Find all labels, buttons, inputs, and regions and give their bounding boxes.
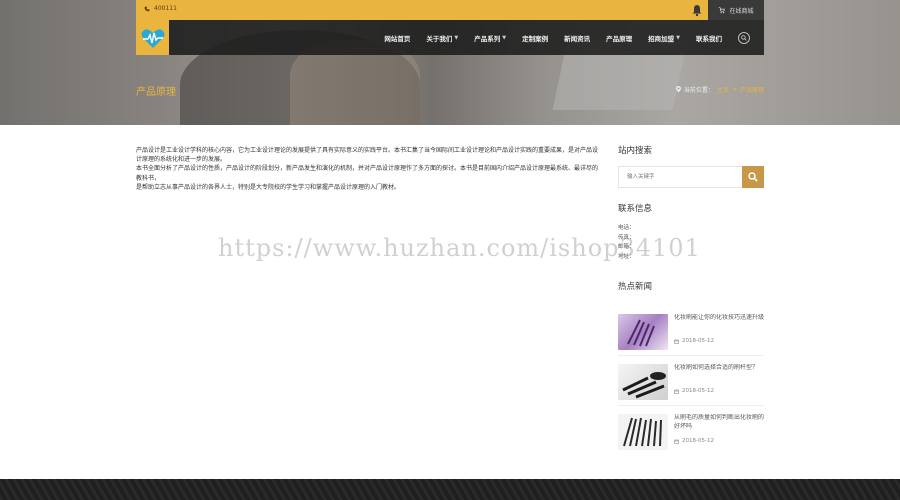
search-input[interactable] xyxy=(618,166,742,188)
sidebar: 站内搜索 联系信息 电话： 传真： 邮箱： 地址： 热点新闻 化妆刷能让你的化妆… xyxy=(618,144,764,456)
article-paragraph: 本书全面分析了产品设计的性质，产品设计的阶段划分，新产品发生和演化的机制，并对产… xyxy=(136,165,599,182)
nav-item-principle[interactable]: 产品原理 xyxy=(598,33,640,43)
online-shop-button[interactable]: 在线商城 xyxy=(708,0,764,20)
news-thumbnail[interactable] xyxy=(618,314,668,350)
nav-item-franchise[interactable]: 招商加盟 ▼ xyxy=(640,33,688,43)
nav-item-home[interactable]: 网站首页 xyxy=(376,33,418,43)
news-date-row: 2018-05-12 xyxy=(674,388,764,394)
news-date: 2018-05-12 xyxy=(682,438,714,444)
news-date: 2018-05-12 xyxy=(682,388,714,394)
calendar-icon xyxy=(674,439,679,444)
nav-item-label: 产品系列 xyxy=(474,34,501,43)
news-date-row: 2018-05-12 xyxy=(674,338,764,344)
news-thumbnail[interactable] xyxy=(618,364,668,400)
news-title[interactable]: 化妆刷如何选择合适的刷杆型？ xyxy=(674,364,764,384)
news-date: 2018-05-12 xyxy=(682,338,714,344)
sidebar-search xyxy=(618,166,764,188)
article-body: 产品设计是工业设计学科的核心内容，它为工业设计理论的发展提供了具有实际意义的实践… xyxy=(136,146,602,192)
hot-news-list: 化妆刷能让你的化妆技巧迅速升级 2018-05-12 化妆刷如何选择合适的刷杆型… xyxy=(618,306,764,456)
heartbeat-logo-icon xyxy=(141,28,164,48)
nav-item-label: 产品原理 xyxy=(606,34,633,43)
phone-contact: 400111 xyxy=(144,5,177,12)
caret-down-icon: ▼ xyxy=(454,34,459,41)
news-title[interactable]: 从刷毛的质量如何判断出化妆刷的好坏吗 xyxy=(674,414,764,434)
footer xyxy=(0,479,900,500)
phone-icon xyxy=(144,6,150,11)
news-date-row: 2018-05-12 xyxy=(674,438,764,444)
location-pin-icon xyxy=(675,86,681,93)
nav-item-about[interactable]: 关于我们 ▼ xyxy=(418,33,466,43)
nav-item-label: 关于我们 xyxy=(426,34,453,43)
news-title[interactable]: 化妆刷能让你的化妆技巧迅速升级 xyxy=(674,314,764,334)
breadcrumb-separator: > xyxy=(731,86,737,93)
site-logo[interactable] xyxy=(136,20,169,55)
breadcrumb: 当前位置： 主页 > 产品原理 xyxy=(675,85,764,94)
caret-down-icon: ▼ xyxy=(502,34,507,41)
search-icon xyxy=(748,172,758,182)
nav-item-news[interactable]: 新闻资讯 xyxy=(556,33,598,43)
nav-menu: 网站首页 关于我们 ▼ 产品系列 ▼ 定制案例 新闻资讯 产品原理 招商加盟 ▼ 联系… xyxy=(376,20,730,55)
breadcrumb-home-link[interactable]: 主页 xyxy=(717,85,729,94)
news-thumbnail[interactable] xyxy=(618,414,668,450)
cart-icon xyxy=(719,6,726,13)
breadcrumb-prefix: 当前位置： xyxy=(683,87,714,94)
nav-item-contact[interactable]: 联系我们 xyxy=(688,33,730,43)
nav-search-button[interactable] xyxy=(738,32,750,44)
search-button[interactable] xyxy=(742,166,764,188)
nav-item-label: 招商加盟 xyxy=(648,34,675,43)
sidebar-search-title: 站内搜索 xyxy=(618,146,653,156)
nav-item-label: 定制案例 xyxy=(522,34,549,43)
calendar-icon xyxy=(674,339,679,344)
nav-item-products[interactable]: 产品系列 ▼ xyxy=(466,33,514,43)
nav-item-label: 新闻资讯 xyxy=(564,34,591,43)
nav-item-label: 联系我们 xyxy=(696,34,722,43)
news-item[interactable]: 化妆刷能让你的化妆技巧迅速升级 2018-05-12 xyxy=(618,306,764,356)
contact-phone: 电话： xyxy=(618,225,635,231)
article-paragraph: 产品设计是工业设计学科的核心内容，它为工业设计理论的发展提供了具有实际意义的实践… xyxy=(136,147,599,164)
online-shop-label: 在线商城 xyxy=(729,7,754,15)
top-bar: 400111 在线商城 xyxy=(136,0,764,20)
main-navbar: 网站首页 关于我们 ▼ 产品系列 ▼ 定制案例 新闻资讯 产品原理 招商加盟 ▼ 联系… xyxy=(136,20,764,55)
news-item[interactable]: 从刷毛的质量如何判断出化妆刷的好坏吗 2018-05-12 xyxy=(618,406,764,456)
news-item[interactable]: 化妆刷如何选择合适的刷杆型？ 2018-05-12 xyxy=(618,356,764,406)
calendar-icon xyxy=(674,389,679,394)
sidebar-news-title: 热点新闻 xyxy=(618,282,653,292)
bell-icon[interactable] xyxy=(691,3,703,17)
watermark-text: https://www.huzhan.com/ishop34101 xyxy=(218,234,701,262)
phone-number: 400111 xyxy=(154,5,177,12)
article-paragraph: 是帮助立志从事产品设计的各界人士，特别是大专院校的学生学习和掌握产品设计原理的入… xyxy=(136,183,401,191)
breadcrumb-current: 产品原理 xyxy=(739,87,764,94)
sidebar-contact-title: 联系信息 xyxy=(618,204,653,214)
caret-down-icon: ▼ xyxy=(676,34,680,41)
search-icon xyxy=(741,35,747,41)
page-title: 产品原理 xyxy=(136,87,176,98)
nav-item-label: 网站首页 xyxy=(384,34,411,43)
nav-item-cases[interactable]: 定制案例 xyxy=(514,33,556,43)
